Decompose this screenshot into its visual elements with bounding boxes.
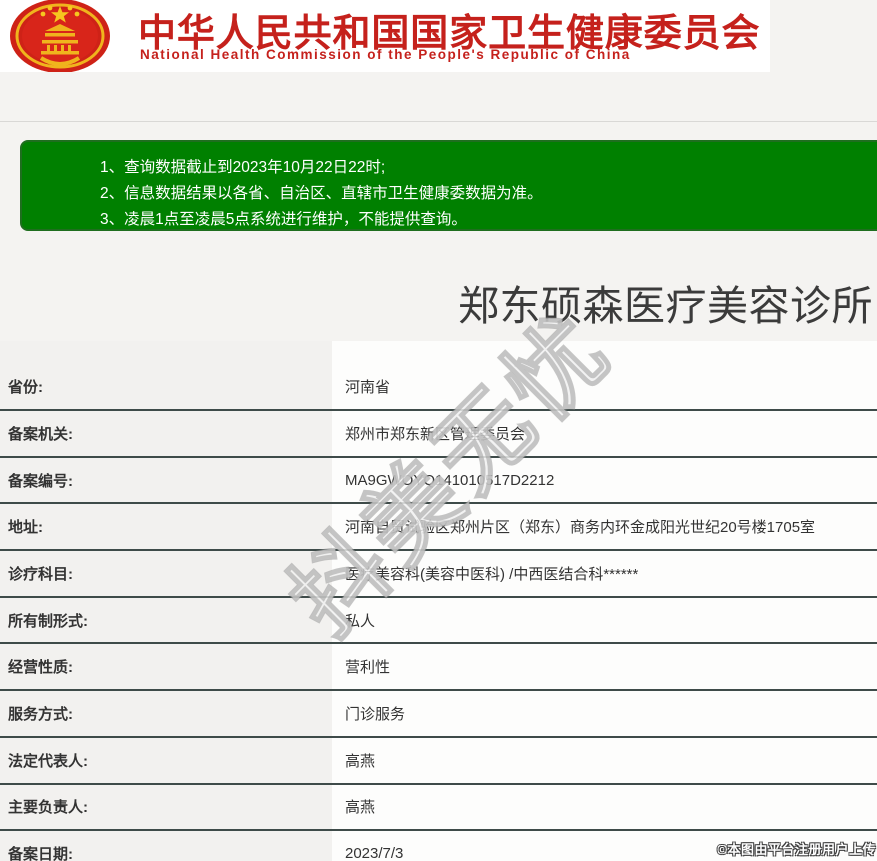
field-label: 所有制形式: <box>0 597 332 643</box>
site-title-english: National Health Commission of the People… <box>140 47 631 62</box>
table-row: 所有制形式: 私人 <box>0 597 877 645</box>
institution-name-title: 郑东硕森医疗美容诊所 <box>458 283 873 329</box>
table-row: 地址: 河南自贸试验区郑州片区（郑东）商务内环金成阳光世纪20号楼1705室 <box>0 504 877 552</box>
site-header: 中华人民共和国国家卫生健康委员会 National Health Commiss… <box>0 0 770 72</box>
header-divider <box>0 121 877 122</box>
notice-line-1: 1、查询数据截止到2023年10月22日22时; <box>100 159 386 176</box>
field-value: 营利性 <box>332 644 877 690</box>
field-value: 高燕 <box>332 737 877 783</box>
field-label: 诊疗科目: <box>0 551 332 596</box>
field-label: 经营性质: <box>0 644 332 690</box>
field-label: 主要负责人: <box>0 784 332 830</box>
field-label: 地址: <box>0 504 332 550</box>
field-value: 河南省 <box>332 341 877 409</box>
table-row: 备案编号: MA9GWOYQ141010517D2212 <box>0 457 877 505</box>
table-row: 法定代表人: 高燕 <box>0 737 877 785</box>
table-row: 诊疗科目: 医疗美容科(美容中医科) /中西医结合科****** <box>0 551 877 598</box>
prc-national-emblem-icon <box>10 0 110 72</box>
notice-box: 1、查询数据截止到2023年10月22日22时; 2、信息数据结果以各省、自治区… <box>20 140 877 231</box>
notice-line-3: 3、凌晨1点至凌晨5点系统进行维护，不能提供查询。 <box>100 211 467 228</box>
field-value: MA9GWOYQ141010517D2212 <box>332 457 877 503</box>
table-row: 服务方式: 门诊服务 <box>0 691 877 738</box>
health-commission-lookup-page: 中华人民共和国国家卫生健康委员会 National Health Commiss… <box>0 0 877 861</box>
field-value: 医疗美容科(美容中医科) /中西医结合科****** <box>332 551 877 596</box>
field-label: 备案日期: <box>0 831 332 861</box>
notice-line-2: 2、信息数据结果以各省、自治区、直辖市卫生健康委数据为准。 <box>100 185 543 202</box>
field-label: 服务方式: <box>0 691 332 736</box>
table-row: 省份: 河南省 <box>0 341 877 411</box>
field-label: 省份: <box>0 341 332 409</box>
field-value: 私人 <box>332 597 877 643</box>
upload-credit-watermark: ©本图由平台注册用户上传 <box>717 842 876 857</box>
field-value: 河南自贸试验区郑州片区（郑东）商务内环金成阳光世纪20号楼1705室 <box>332 504 877 550</box>
table-row: 经营性质: 营利性 <box>0 644 877 692</box>
field-value: 门诊服务 <box>332 691 877 736</box>
table-row: 备案机关: 郑州市郑东新区管理委员会 <box>0 411 877 458</box>
field-label: 备案机关: <box>0 411 332 456</box>
field-value: 郑州市郑东新区管理委员会 <box>332 411 877 456</box>
table-row: 主要负责人: 高燕 <box>0 784 877 832</box>
field-label: 法定代表人: <box>0 737 332 783</box>
field-value: 高燕 <box>332 784 877 830</box>
field-label: 备案编号: <box>0 457 332 503</box>
institution-info-table: 省份: 河南省 备案机关: 郑州市郑东新区管理委员会 备案编号: MA9GWOY… <box>0 341 877 861</box>
